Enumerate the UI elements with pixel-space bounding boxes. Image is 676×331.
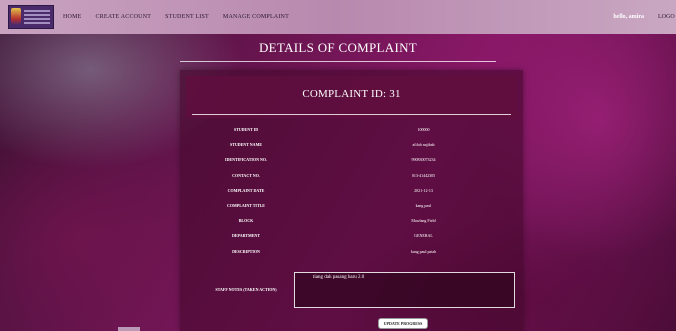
detail-label: DEPARTMENT (231, 233, 260, 239)
nav-create-account[interactable]: CREATE ACCOUNT (95, 14, 151, 20)
detail-row-identification: IDENTIFICATION NO. 990830073234 (186, 152, 517, 167)
staff-notes-row: STAFF NOTES (TAKEN ACTION) tiang dah pas… (186, 272, 517, 308)
detail-value: kang paul (415, 202, 432, 208)
detail-row-student-id: STUDENT ID 100000 (186, 122, 517, 137)
detail-value: 013-41442305 (411, 172, 436, 178)
detail-row-contact: CONTACT NO. 013-41442305 (186, 168, 517, 183)
nav-user-area: hello, amira LOGO (613, 0, 676, 34)
detail-value: afifah najibah (412, 142, 435, 148)
detail-value: Mawlang Field (411, 218, 436, 224)
detail-row-complaint-date: COMPLAINT DATE 2021-12-13 (186, 183, 517, 198)
user-greeting[interactable]: hello, amira (613, 14, 644, 20)
detail-value: 990830073234 (411, 157, 436, 163)
nav-student-list[interactable]: STUDENT LIST (165, 14, 209, 20)
card-header: COMPLAINT ID: 31 (186, 76, 517, 118)
title-divider (180, 61, 496, 62)
detail-label: COMPLAINT TITLE (227, 202, 265, 208)
detail-label: CONTACT NO. (232, 172, 260, 178)
complaint-card: COMPLAINT ID: 31 STUDENT ID 100000 STUDE… (180, 70, 523, 331)
update-progress-button[interactable]: UPDATE PROGRESS (378, 318, 428, 329)
nav-menu: HOME CREATE ACCOUNT STUDENT LIST MANAGE … (63, 0, 303, 34)
complaint-details: STUDENT ID 100000 STUDENT NAME afifah na… (186, 122, 517, 259)
logo-wordmark (24, 10, 50, 24)
detail-row-department: DEPARTMENT GENERAL (186, 228, 517, 243)
detail-value: 100000 (417, 127, 430, 132)
detail-row-description: DESCRIPTION kang paul patah (186, 244, 517, 259)
crest-icon (11, 8, 21, 26)
complaint-id-heading: COMPLAINT ID: 31 (302, 88, 401, 100)
navbar: HOME CREATE ACCOUNT STUDENT LIST MANAGE … (0, 0, 676, 34)
detail-value: GENERAL (414, 233, 433, 239)
nav-home[interactable]: HOME (63, 14, 81, 20)
nav-manage-complaint[interactable]: MANAGE COMPLAINT (223, 14, 289, 20)
detail-label: DESCRIPTION (232, 248, 260, 254)
nav-logout[interactable]: LOGO (658, 14, 676, 20)
detail-row-block: BLOCK Mawlang Field (186, 213, 517, 228)
detail-row-student-name: STUDENT NAME afifah najibah (186, 137, 517, 152)
staff-notes-label: STAFF NOTES (TAKEN ACTION) (215, 287, 277, 292)
staff-notes-field[interactable]: tiang dah pasang baru 2.0 (294, 272, 515, 308)
detail-row-complaint-title: COMPLAINT TITLE kang paul (186, 198, 517, 213)
detail-label: STUDENT ID (233, 127, 259, 132)
page-title: DETAILS OF COMPLAINT (258, 40, 418, 55)
detail-label: STUDENT NAME (229, 142, 263, 148)
detail-value: 2021-12-13 (414, 187, 433, 193)
bottom-edge-element (118, 327, 140, 331)
detail-value: kang paul patah (410, 248, 437, 254)
header-divider (192, 114, 511, 115)
detail-label: BLOCK (238, 218, 254, 224)
detail-label: IDENTIFICATION NO. (225, 157, 267, 163)
detail-label: COMPLAINT DATE (227, 187, 265, 193)
university-logo[interactable] (8, 5, 54, 29)
